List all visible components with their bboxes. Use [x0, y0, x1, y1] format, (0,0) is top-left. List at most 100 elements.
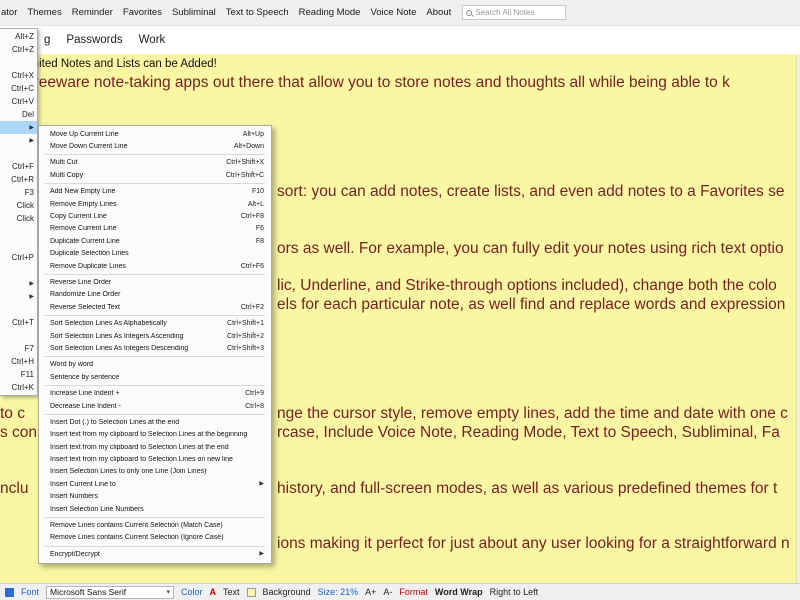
menu-item-sentence-by-sentence[interactable]: Sentence by sentence — [39, 371, 271, 383]
context-menu-row[interactable]: Click — [0, 212, 37, 225]
menu-item-duplicate-selection-lines[interactable]: Duplicate Selection Lines — [39, 248, 271, 260]
menu-item-increase-line-indent[interactable]: Increase Line Indent + Ctrl+9 — [39, 387, 271, 399]
menu-item-randomize-line-order[interactable]: Randomize Line Order — [39, 289, 271, 301]
font-increase-button[interactable]: A+ — [365, 587, 376, 597]
context-menu-row[interactable]: Ctrl+Z — [0, 43, 37, 56]
context-menu-row[interactable]: Ctrl+K — [0, 381, 37, 394]
menu-item-insert-selection-lines-to-only-one-line-join-lines[interactable]: Insert Selection Lines to only one Line … — [39, 466, 271, 478]
menu-item-insert-dot-to-selection-lines-at-the-end[interactable]: Insert Dot (.) to Selection Lines at the… — [39, 416, 271, 428]
menu-item-label: Duplicate Selection Lines — [50, 250, 129, 258]
context-menu-row[interactable]: Click — [0, 199, 37, 212]
menu-item-label: Randomize Line Order — [50, 291, 121, 299]
menu-subliminal[interactable]: Subliminal — [167, 7, 221, 18]
context-menu-row[interactable] — [0, 329, 37, 342]
shortcut-label: Ctrl+R — [11, 175, 34, 184]
menu-item-copy-current-line[interactable]: Copy Current Line Ctrl+F8 — [39, 210, 271, 222]
menu-item-multi-copy[interactable]: Multi Copy Ctrl+Shift+C — [39, 169, 271, 181]
menu-item-remove-lines-contains-current-selection-match-case[interactable]: Remove Lines contains Current Selection … — [39, 519, 271, 531]
menu-ator[interactable]: ator — [0, 7, 22, 18]
context-menu-row[interactable] — [0, 225, 37, 238]
shortcut-label: Ctrl+V — [11, 97, 34, 106]
context-menu-row[interactable]: ▶ — [0, 290, 37, 303]
submenu-arrow-icon: ▶ — [259, 551, 264, 558]
shortcut-label: Alt+Down — [233, 143, 264, 151]
menu-item-label: Increase Line Indent + — [50, 390, 120, 398]
menu-text-to-speech[interactable]: Text to Speech — [221, 7, 294, 18]
font-label: Font — [21, 587, 40, 597]
context-menu-row[interactable]: Ctrl+C — [0, 82, 37, 95]
context-menu-row[interactable]: Ctrl+F — [0, 160, 37, 173]
color-label[interactable]: Color — [181, 587, 203, 597]
menu-item-sort-selection-lines-as-integers-descending[interactable]: Sort Selection Lines As Integers Descend… — [39, 342, 271, 354]
menu-item-multi-cut[interactable]: Multi Cut Ctrl+Shift+X — [39, 157, 271, 169]
menu-item-remove-current-line[interactable]: Remove Current Line F6 — [39, 223, 271, 235]
scrollbar[interactable] — [796, 54, 800, 583]
context-menu-row[interactable]: Ctrl+T — [0, 316, 37, 329]
context-menu-row[interactable] — [0, 264, 37, 277]
background-color-button[interactable]: Background — [263, 587, 311, 597]
menu-item-remove-duplicate-lines[interactable]: Remove Duplicate Lines Ctrl+F6 — [39, 260, 271, 272]
menu-item-remove-lines-contains-current-selection-ignore-case[interactable]: Remove Lines contains Current Selection … — [39, 532, 271, 544]
context-menu-row[interactable] — [0, 303, 37, 316]
context-menu-row[interactable] — [0, 238, 37, 251]
tab-g[interactable]: g — [44, 34, 50, 46]
menu-item-insert-selection-line-numbers[interactable]: Insert Selection Line Numbers — [39, 503, 271, 515]
context-menu-row[interactable]: ▶ — [0, 277, 37, 290]
context-menu-row[interactable]: Ctrl+H — [0, 355, 37, 368]
menu-item-label: Reverse Selected Text — [50, 303, 120, 311]
menu-item-insert-text-from-my-clipboard-to-selection-lines-at-the-end[interactable]: Insert text from my clipboard to Selecti… — [39, 441, 271, 453]
menu-item-encrypt-decrypt[interactable]: Encrypt/Decrypt ▶ — [39, 548, 271, 560]
menu-item-label: Remove Duplicate Lines — [50, 262, 126, 270]
menu-item-insert-current-line-to[interactable]: Insert Current Line to ▶ — [39, 478, 271, 490]
context-menu-row[interactable]: F11 — [0, 368, 37, 381]
context-menu-row[interactable]: Ctrl+X — [0, 69, 37, 82]
context-menu-row[interactable]: F3 — [0, 186, 37, 199]
context-menu-row[interactable]: ▶ — [0, 134, 37, 147]
menu-separator — [45, 314, 265, 316]
context-menu-row[interactable]: Del — [0, 108, 37, 121]
rtl-toggle[interactable]: Right to Left — [490, 587, 539, 597]
menu-item-move-up-current-line[interactable]: Move Up Current Line Alt+Up — [39, 128, 271, 140]
menu-voice-note[interactable]: Voice Note — [365, 7, 421, 18]
font-family-select[interactable]: Microsoft Sans Serif ▾ — [46, 585, 175, 599]
menu-item-reverse-selected-text[interactable]: Reverse Selected Text Ctrl+F2 — [39, 301, 271, 313]
context-menu-row[interactable] — [0, 56, 37, 69]
menu-item-insert-numbers[interactable]: Insert Numbers — [39, 491, 271, 503]
word-wrap-toggle[interactable]: Word Wrap — [435, 587, 483, 597]
menu-item-move-down-current-line[interactable]: Move Down Current Line Alt+Down — [39, 140, 271, 152]
menu-item-sort-selection-lines-as-integers-ascending[interactable]: Sort Selection Lines As Integers Ascendi… — [39, 330, 271, 342]
context-menu-row[interactable]: F7 — [0, 342, 37, 355]
shortcut-label: F8 — [255, 237, 264, 245]
format-button[interactable]: Format — [399, 587, 428, 597]
context-menu-row[interactable]: Alt+Z — [0, 30, 37, 43]
context-menu-row[interactable]: Ctrl+P — [0, 251, 37, 264]
font-decrease-button[interactable]: A- — [383, 587, 392, 597]
menu-item-add-new-empty-line[interactable]: Add New Empty Line F10 — [39, 186, 271, 198]
menu-reminder[interactable]: Reminder — [67, 7, 118, 18]
menu-item-sort-selection-lines-as-alphabetically[interactable]: Sort Selection Lines As Alphabetically Ct… — [39, 317, 271, 329]
menu-item-label: Encrypt/Decrypt — [50, 550, 100, 558]
menu-reading-mode[interactable]: Reading Mode — [294, 7, 366, 18]
font-family-value: Microsoft Sans Serif — [50, 587, 127, 597]
shortcut-label: Ctrl+F — [12, 162, 34, 171]
context-menu-row[interactable]: Ctrl+V — [0, 95, 37, 108]
menu-item-decrease-line-indent[interactable]: Decrease Line Indent - Ctrl+8 — [39, 400, 271, 412]
context-menu-row[interactable]: ▶ — [0, 121, 37, 134]
menu-item-remove-empty-lines[interactable]: Remove Empty Lines Alt+L — [39, 198, 271, 210]
menu-item-label: Multi Cut — [50, 159, 78, 167]
context-menu-row[interactable]: Ctrl+R — [0, 173, 37, 186]
menu-item-insert-text-from-my-clipboard-to-selection-lines-at-the-beginning[interactable]: Insert text from my clipboard to Selecti… — [39, 429, 271, 441]
text-color-button[interactable]: Text — [223, 587, 240, 597]
menu-about[interactable]: About — [421, 7, 456, 18]
menu-favorites[interactable]: Favorites — [118, 7, 167, 18]
menu-item-word-by-word[interactable]: Word by word — [39, 359, 271, 371]
tab-work[interactable]: Work — [139, 34, 166, 46]
menu-item-duplicate-current-line[interactable]: Duplicate Current Line F8 — [39, 235, 271, 247]
search-box[interactable] — [462, 5, 567, 20]
menu-themes[interactable]: Themes — [22, 7, 66, 18]
search-input[interactable] — [475, 8, 563, 17]
menu-item-insert-text-from-my-clipboard-to-selection-lines-on-new-line[interactable]: Insert text from my clipboard to Selecti… — [39, 453, 271, 465]
tab-passwords[interactable]: Passwords — [66, 34, 122, 46]
context-menu-row[interactable] — [0, 147, 37, 160]
menu-item-reverse-line-order[interactable]: Reverse Line Order — [39, 276, 271, 288]
